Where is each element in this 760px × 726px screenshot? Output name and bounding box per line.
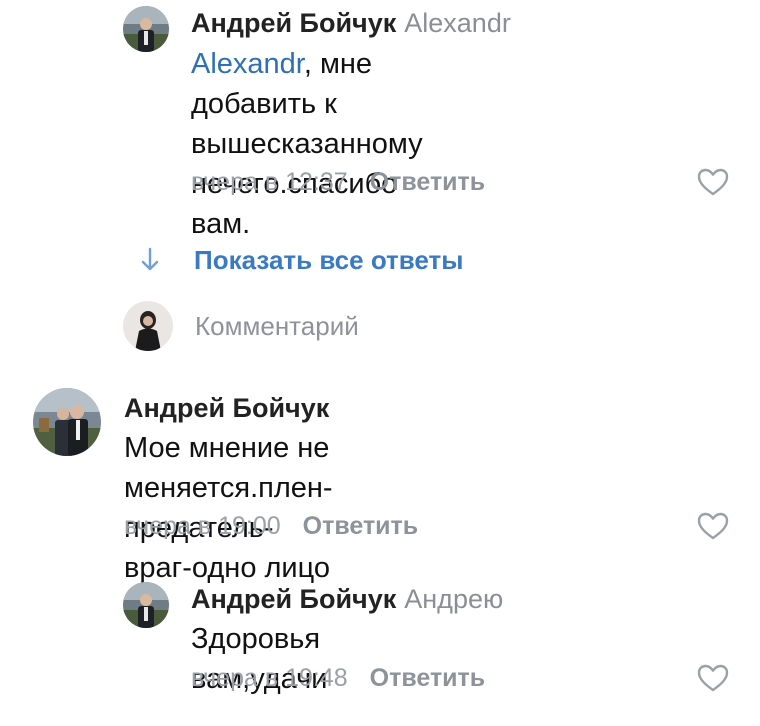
comment-meta: вчера в 19:48 Ответить <box>191 664 485 693</box>
avatar-photo <box>123 582 169 628</box>
reply-button[interactable]: Ответить <box>303 512 419 540</box>
mention-link[interactable]: Alexandr <box>191 48 304 80</box>
reply-button[interactable]: Ответить <box>370 168 486 196</box>
author-name[interactable]: Андрей Бойчук <box>191 584 396 614</box>
avatar-photo <box>123 301 173 351</box>
author-name[interactable]: Андрей Бойчук <box>124 393 329 423</box>
avatar[interactable] <box>33 388 101 456</box>
comment-time: вчера в 12:37 <box>191 168 348 196</box>
comment-meta: вчера в 12:37 Ответить <box>191 168 485 197</box>
comment-meta: вчера в 19:00 Ответить <box>124 512 418 541</box>
avatar-photo <box>123 6 169 52</box>
heart-outline-icon[interactable] <box>697 664 729 692</box>
comment-time: вчера в 19:48 <box>191 664 348 692</box>
avatar[interactable] <box>123 6 169 52</box>
heart-outline-icon[interactable] <box>697 512 729 540</box>
reply-to-name[interactable]: Андрею <box>404 584 503 614</box>
heart-outline-icon[interactable] <box>697 168 729 196</box>
author-name[interactable]: Андрей Бойчук <box>191 8 396 38</box>
comment-composer[interactable]: Комментарий <box>123 301 359 351</box>
comment-author[interactable]: Андрей Бойчук Андрею <box>191 584 503 615</box>
comment-author[interactable]: Андрей Бойчук Alexandr <box>191 8 511 39</box>
comment-text: Мое мнение не меняется.плен-предатель-вр… <box>124 428 333 588</box>
show-all-replies-label[interactable]: Показать все ответы <box>194 245 463 276</box>
arrow-down-icon <box>141 247 159 271</box>
comment-text-line: вам. <box>191 208 251 240</box>
avatar[interactable] <box>123 582 169 628</box>
show-all-replies-button[interactable]: Показать все ответы <box>140 240 463 280</box>
comment-text-line: Мое мнение не <box>124 432 330 464</box>
avatar-photo <box>33 388 101 456</box>
reply-to-name[interactable]: Alexandr <box>404 8 511 38</box>
comment-input[interactable]: Комментарий <box>195 311 359 342</box>
reply-button[interactable]: Ответить <box>370 664 486 692</box>
current-user-avatar <box>123 301 173 351</box>
comment-time: вчера в 19:00 <box>124 512 281 540</box>
comment-author[interactable]: Андрей Бойчук <box>124 393 329 424</box>
comment-text: Alexandr, мне добавить к вышесказанному … <box>191 44 423 244</box>
